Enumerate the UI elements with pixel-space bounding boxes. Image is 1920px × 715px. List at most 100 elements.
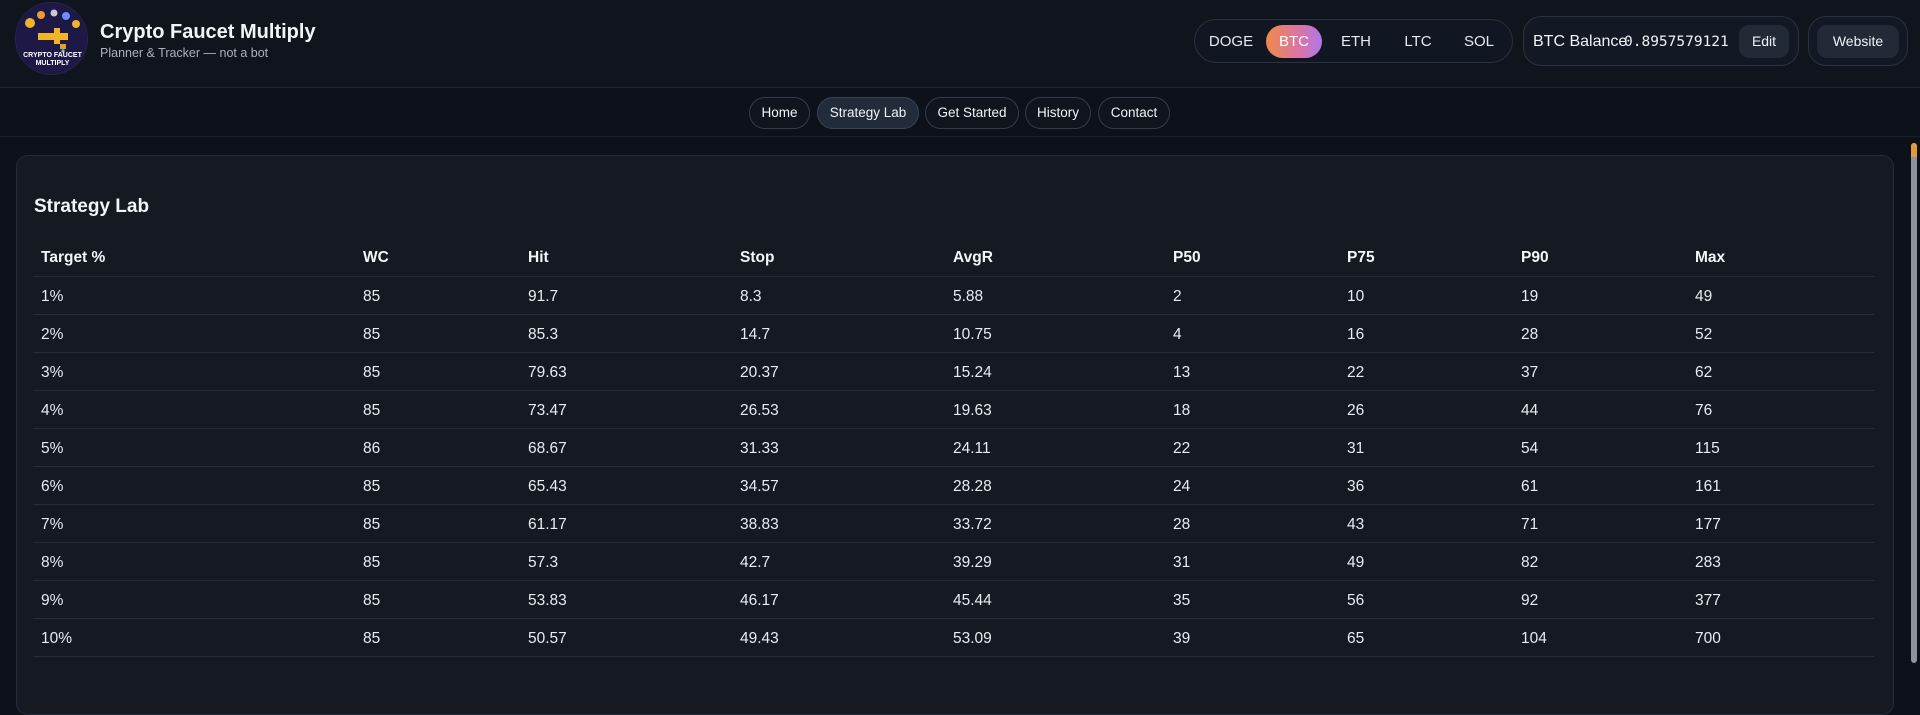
table-cell-p75: 65 (1347, 630, 1365, 647)
table-cell-avgr: 5.88 (953, 288, 984, 305)
table-cell-max: 76 (1695, 402, 1713, 419)
app-logo[interactable]: CRYPTO FAUCET MULTIPLY (15, 2, 88, 75)
table-cell-wc: 85 (363, 288, 381, 305)
table-cell-max: 115 (1695, 440, 1720, 457)
table-cell-wc: 85 (363, 630, 381, 647)
column-header-stop: Stop (740, 249, 775, 266)
table-cell-p50: 13 (1173, 364, 1191, 381)
table-row: 7% 85 61.17 38.83 33.72 28 43 71 177 (33, 505, 1874, 543)
table-cell-p50: 24 (1173, 478, 1191, 495)
table-cell-hit: 68.67 (528, 440, 567, 457)
table-cell-wc: 85 (363, 592, 381, 609)
logo-text: CRYPTO FAUCET MULTIPLY (23, 52, 82, 67)
coin-tab-eth[interactable]: ETH (1328, 25, 1384, 58)
table-cell-hit: 85.3 (528, 326, 559, 343)
table-cell-stop: 49.43 (740, 630, 779, 647)
table-cell-avgr: 45.44 (953, 592, 992, 609)
table-cell-hit: 79.63 (528, 364, 567, 381)
table-cell-hit: 65.43 (528, 478, 567, 495)
table-cell-p50: 31 (1173, 554, 1191, 571)
website-box: Website (1808, 16, 1908, 66)
table-cell-max: 283 (1695, 554, 1721, 571)
nav-get-started[interactable]: Get Started (925, 97, 1019, 129)
table-row: 5% 86 68.67 31.33 24.11 22 31 54 115 (33, 429, 1874, 467)
page-scrollbar[interactable] (1908, 137, 1920, 663)
table-cell-p75: 31 (1347, 440, 1365, 457)
table-cell-target: 9% (41, 592, 64, 609)
column-header-wc: WC (363, 249, 389, 266)
table-cell-p50: 22 (1173, 440, 1191, 457)
coin-tab-doge[interactable]: DOGE (1203, 25, 1259, 58)
table-cell-stop: 26.53 (740, 402, 779, 419)
column-header-hit: Hit (528, 249, 549, 266)
table-cell-p75: 22 (1347, 364, 1365, 381)
nav-bar: Home Strategy Lab Get Started History Co… (0, 89, 1920, 137)
coin-tab-sol[interactable]: SOL (1451, 25, 1507, 58)
table-cell-p75: 10 (1347, 288, 1365, 305)
nav-home[interactable]: Home (749, 97, 810, 129)
table-cell-p50: 28 (1173, 516, 1191, 533)
table-cell-p90: 44 (1521, 402, 1539, 419)
table-cell-wc: 85 (363, 516, 381, 533)
column-header-p90: P90 (1521, 249, 1549, 266)
table-cell-max: 49 (1695, 288, 1713, 305)
table-cell-p50: 35 (1173, 592, 1191, 609)
column-header-avgr: AvgR (953, 249, 993, 266)
app-subtitle: Planner & Tracker — not a bot (100, 46, 269, 60)
table-cell-hit: 61.17 (528, 516, 567, 533)
panel-title: Strategy Lab (34, 196, 150, 217)
table-cell-max: 700 (1695, 630, 1721, 647)
table-cell-avgr: 24.11 (953, 440, 991, 457)
table-cell-avgr: 28.28 (953, 478, 992, 495)
table-row: 1% 85 91.7 8.3 5.88 2 10 19 49 (33, 277, 1874, 315)
nav-contact[interactable]: Contact (1098, 97, 1170, 129)
scrollbar-thumb-accent (1911, 143, 1917, 157)
table-cell-avgr: 53.09 (953, 630, 992, 647)
table-cell-p50: 18 (1173, 402, 1191, 419)
table-cell-avgr: 33.72 (953, 516, 992, 533)
table-cell-stop: 34.57 (740, 478, 779, 495)
nav-strategy-lab[interactable]: Strategy Lab (817, 97, 919, 129)
table-cell-p50: 39 (1173, 630, 1191, 647)
table-cell-stop: 42.7 (740, 554, 771, 571)
table-cell-wc: 85 (363, 402, 381, 419)
table-cell-hit: 57.3 (528, 554, 559, 571)
scrollbar-thumb[interactable] (1911, 143, 1917, 663)
table-cell-p75: 36 (1347, 478, 1365, 495)
table-cell-target: 7% (41, 516, 64, 533)
table-cell-stop: 8.3 (740, 288, 762, 305)
table-row: 4% 85 73.47 26.53 19.63 18 26 44 76 (33, 391, 1874, 429)
column-header-target: Target % (41, 249, 106, 266)
table-cell-hit: 53.83 (528, 592, 567, 609)
nav-history[interactable]: History (1025, 97, 1091, 129)
table-cell-p90: 37 (1521, 364, 1539, 381)
table-cell-wc: 85 (363, 364, 381, 381)
table-cell-max: 377 (1695, 592, 1721, 609)
table-cell-target: 1% (41, 288, 64, 305)
balance-box: BTC Balance 0.8957579121 Edit (1523, 16, 1799, 66)
column-header-p50: P50 (1173, 249, 1201, 266)
table-cell-stop: 46.17 (740, 592, 779, 609)
table-cell-target: 10% (41, 630, 73, 647)
table-cell-stop: 20.37 (740, 364, 779, 381)
table-cell-p75: 56 (1347, 592, 1365, 609)
table-cell-p90: 28 (1521, 326, 1539, 343)
app-title: Crypto Faucet Multiply (100, 21, 316, 43)
table-cell-wc: 85 (363, 326, 381, 343)
table-cell-max: 52 (1695, 326, 1713, 343)
table-cell-hit: 91.7 (528, 288, 559, 305)
table-cell-p90: 61 (1521, 478, 1539, 495)
website-button[interactable]: Website (1817, 25, 1899, 58)
table-row: 2% 85 85.3 14.7 10.75 4 16 28 52 (33, 315, 1874, 353)
table-cell-p90: 82 (1521, 554, 1539, 571)
coin-tab-ltc[interactable]: LTC (1390, 25, 1446, 58)
coin-tab-btc[interactable]: BTC (1266, 25, 1322, 58)
strategy-table: Target % WC Hit Stop AvgR P50 P75 P90 Max 1% 85 91.… (33, 239, 1874, 657)
table-cell-wc: 85 (363, 554, 381, 571)
table-cell-target: 6% (41, 478, 64, 495)
table-cell-target: 3% (41, 364, 64, 381)
table-cell-hit: 73.47 (528, 402, 567, 419)
edit-balance-button[interactable]: Edit (1739, 25, 1789, 58)
table-cell-p90: 92 (1521, 592, 1539, 609)
table-cell-p75: 16 (1347, 326, 1365, 343)
